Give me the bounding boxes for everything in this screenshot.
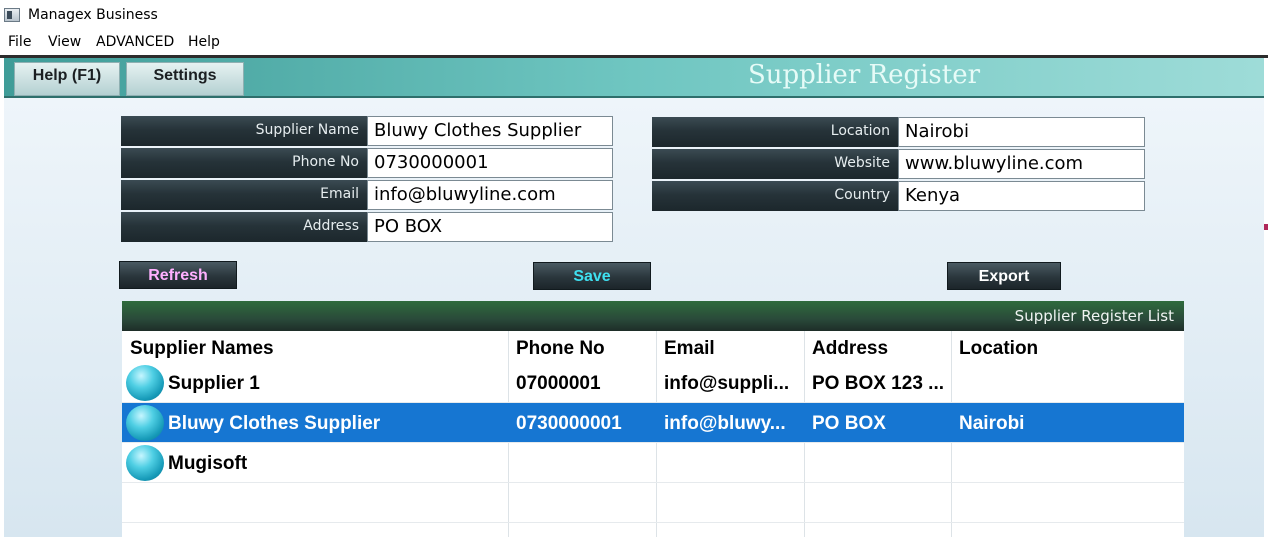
window-title: Managex Business [28,7,158,23]
cell-email: info@bluwy... [664,413,786,434]
cell-phone: 07000001 [516,373,601,394]
table-row-selected[interactable]: Bluwy Clothes Supplier 0730000001 info@b… [122,403,1184,443]
help-button[interactable]: Help (F1) [14,62,120,96]
title-bar: Managex Business [0,0,1268,30]
resize-marker [1264,224,1268,230]
window-right-edge [1264,58,1268,537]
column-header-location[interactable]: Location [951,331,1184,363]
menu-bar: File View ADVANCED Help [0,30,1268,55]
menu-view[interactable]: View [48,34,81,50]
supplier-name-field[interactable]: Bluwy Clothes Supplier [367,116,613,146]
supplier-orb-icon [126,405,164,441]
website-field[interactable]: www.bluwyline.com [898,149,1145,179]
header-strip: Help (F1) Settings Supplier Register [4,58,1264,98]
export-button[interactable]: Export [947,262,1061,290]
list-title-bar: Supplier Register List [122,301,1184,331]
page-title: Supplier Register [747,60,981,90]
email-label: Email [121,180,367,210]
cell-address: PO BOX 123 ... [812,373,944,394]
cell-location: Nairobi [959,413,1025,434]
supplier-grid: Supplier Names Phone No Email Address Lo… [122,331,1184,537]
menu-help[interactable]: Help [188,34,220,50]
column-header-phone[interactable]: Phone No [508,331,656,363]
country-field[interactable]: Kenya [898,181,1145,211]
cell-supplier-name: Supplier 1 [168,373,260,394]
phone-label: Phone No [121,148,367,178]
cell-supplier-name: Mugisoft [168,453,248,474]
location-label: Location [652,117,898,147]
table-row[interactable]: Supplier 1 07000001 info@suppli... PO BO… [122,363,1184,403]
supplier-orb-icon [126,445,164,481]
main-panel: Supplier Name Bluwy Clothes Supplier Pho… [4,98,1264,537]
cell-address [804,443,951,483]
table-row[interactable]: Mugisoft [122,443,1184,483]
save-button[interactable]: Save [533,262,651,290]
location-field[interactable]: Nairobi [898,117,1145,147]
column-header-supplier-names[interactable]: Supplier Names [122,331,508,363]
cell-location [951,443,1184,483]
refresh-button[interactable]: Refresh [119,261,237,289]
settings-button[interactable]: Settings [126,62,244,96]
phone-field[interactable]: 0730000001 [367,148,613,178]
cell-phone [508,443,656,483]
cell-address: PO BOX [812,413,886,434]
cell-email: info@suppli... [664,373,790,394]
app-icon [4,8,20,22]
country-label: Country [652,181,898,211]
cell-phone: 0730000001 [516,413,622,434]
address-label: Address [121,212,367,242]
supplier-orb-icon [126,365,164,401]
menu-advanced[interactable]: ADVANCED [96,34,174,50]
email-field[interactable]: info@bluwyline.com [367,180,613,210]
cell-location [951,363,1184,403]
menu-file[interactable]: File [8,34,31,50]
empty-row [122,523,1184,537]
column-header-email[interactable]: Email [656,331,804,363]
cell-email [656,443,804,483]
address-field[interactable]: PO BOX [367,212,613,242]
column-header-address[interactable]: Address [804,331,951,363]
supplier-name-label: Supplier Name [121,116,367,146]
cell-supplier-name: Bluwy Clothes Supplier [168,413,381,434]
website-label: Website [652,149,898,179]
empty-row [122,483,1184,523]
